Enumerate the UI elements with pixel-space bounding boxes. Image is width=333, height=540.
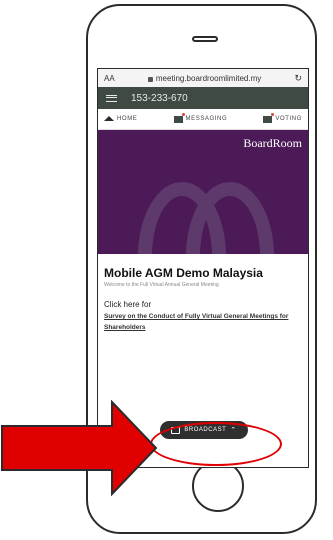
meeting-id: 153-233-670 <box>131 92 188 104</box>
menu-icon[interactable] <box>106 94 117 102</box>
page-subtitle: Welcome to the Full Virtual Annual Gener… <box>104 282 219 288</box>
messaging-icon <box>173 112 185 123</box>
app-topbar: 153-233-670 <box>98 87 308 109</box>
boardroom-logo: BoardRoom <box>243 136 302 151</box>
url-text: meeting.boardroomlimited.my <box>155 73 262 83</box>
voting-icon <box>263 112 275 123</box>
pointer-arrow-icon <box>1 400 158 496</box>
reload-icon[interactable]: ↻ <box>294 73 302 84</box>
text-size-button[interactable]: AA <box>104 74 115 83</box>
survey-link[interactable]: Survey on the Conduct of Fully Virtual G… <box>104 311 302 333</box>
browser-address-bar[interactable]: AA meeting.boardroomlimited.my ↻ <box>98 69 308 87</box>
brand-text: BoardRoom <box>243 136 302 150</box>
app-tabs: HOME MESSAGING VOTING <box>98 109 308 130</box>
tab-messaging-label: MESSAGING <box>185 116 228 122</box>
phone-speaker <box>192 36 218 42</box>
url-display[interactable]: meeting.boardroomlimited.my <box>147 73 262 83</box>
tab-messaging[interactable]: MESSAGING <box>173 112 228 123</box>
lock-icon <box>147 76 153 82</box>
tab-home-label: HOME <box>117 116 138 122</box>
highlight-ellipse <box>150 422 282 466</box>
page-content: Mobile AGM Demo Malaysia Welcome to the … <box>98 254 308 333</box>
home-icon <box>104 115 114 121</box>
click-here-label: Click here for <box>104 300 152 309</box>
tab-voting[interactable]: VOTING <box>263 112 302 123</box>
tab-home[interactable]: HOME <box>104 115 138 122</box>
page-title: Mobile AGM Demo Malaysia <box>104 266 263 280</box>
tab-voting-label: VOTING <box>275 116 302 122</box>
banner-image: BoardRoom <box>98 130 308 254</box>
